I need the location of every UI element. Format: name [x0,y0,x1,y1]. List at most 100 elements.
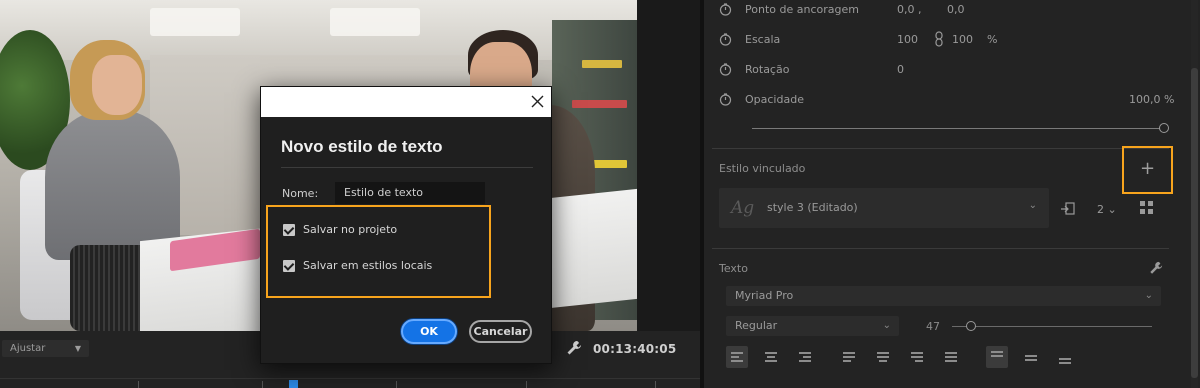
align-line [877,352,889,354]
align-line [799,360,811,362]
section-divider [712,248,1169,249]
font-size-slider-handle[interactable] [966,321,976,331]
align-line [843,356,855,358]
opacity-slider-track[interactable] [752,128,1160,129]
ceiling-light [330,8,420,36]
wrench-icon[interactable] [566,340,582,356]
align-line [731,356,739,358]
shelf-binder [582,60,622,68]
align-line [1025,359,1037,361]
align-line [1059,358,1071,360]
chevron-down-icon: ▼ [74,344,81,353]
justify-last-right-button[interactable] [906,346,928,368]
property-opacity: Opacidade [719,91,1179,109]
align-line [731,360,743,362]
property-scale: Escala [719,31,1179,49]
align-line [799,352,811,354]
align-center-button[interactable] [760,346,782,368]
ruler-tick [262,381,263,388]
style-count: 2 [1097,203,1104,216]
align-left-button[interactable] [726,346,748,368]
font-size-value[interactable]: 47 [926,320,940,333]
playhead-marker[interactable] [289,380,298,388]
text-section-title: Texto [719,262,748,275]
dialog-titlebar[interactable] [261,87,551,117]
checkbox-label: Salvar no projeto [303,223,398,236]
dialog-separator [281,167,533,168]
justify-last-center-button[interactable] [872,346,894,368]
opacity-value[interactable]: 100,0 % [1129,93,1174,106]
align-top-button[interactable] [986,346,1008,368]
dialog-title: Novo estilo de texto [281,137,443,156]
align-line [767,356,775,358]
style-name: style 3 (Editado) [767,201,858,214]
stopwatch-icon[interactable] [719,63,732,76]
ruler-tick [655,381,656,388]
stopwatch-icon[interactable] [719,3,732,16]
property-label: Opacidade [745,93,804,106]
time-ruler[interactable] [0,378,700,388]
cancel-button[interactable]: Cancelar [469,320,532,343]
align-line [843,352,855,354]
justify-all-button[interactable] [940,346,962,368]
align-middle-button[interactable] [1020,346,1042,368]
checkbox-checked[interactable] [283,224,295,236]
stopwatch-icon[interactable] [719,33,732,46]
align-line [945,356,957,358]
style-preview-glyph: Ag [731,198,755,218]
push-to-style-icon[interactable] [1060,201,1076,217]
shelf-binder [572,100,627,108]
align-bottom-button[interactable] [1054,346,1076,368]
rotation-value[interactable]: 0 [897,63,904,76]
align-line [1025,355,1037,357]
align-line [843,360,851,362]
chevron-down-icon: ⌄ [882,320,891,331]
scale-width-value[interactable]: 100 [897,33,918,46]
fit-dropdown-label: Ajustar [10,343,46,354]
ruler-tick [526,381,527,388]
style-count-dropdown[interactable]: 2 ⌄ [1097,203,1117,216]
link-icon[interactable] [934,31,944,47]
align-line [765,360,777,362]
property-label: Rotação [745,63,790,76]
checkbox-checked[interactable] [283,260,295,272]
playhead-timecode[interactable]: 00:13:40:05 [593,342,676,356]
font-weight-dropdown[interactable]: Regular ⌄ [726,316,899,336]
ruler-tick [138,381,139,388]
align-line [911,356,923,358]
align-line [945,352,957,354]
chevron-down-icon: ⌄ [1028,200,1037,211]
font-size-slider-track[interactable] [952,326,1152,327]
track-style-dropdown[interactable]: Ag style 3 (Editado) ⌄ [719,188,1049,228]
scale-height-value[interactable]: 100 [952,33,973,46]
align-line [1059,362,1071,364]
align-right-button[interactable] [794,346,816,368]
align-line [945,360,957,362]
opacity-slider-handle[interactable] [1159,123,1169,133]
align-line [915,360,923,362]
chevron-down-icon: ⌄ [1144,290,1153,301]
fit-dropdown[interactable]: Ajustar ▼ [2,340,89,357]
font-weight-value: Regular [735,319,778,332]
create-style-button[interactable]: + [1122,146,1173,194]
justify-last-left-button[interactable] [838,346,860,368]
stopwatch-icon[interactable] [719,93,732,106]
anchor-x-value[interactable]: 0,0 , [897,3,922,16]
section-divider [712,148,1169,149]
wrench-icon[interactable] [1149,261,1163,275]
property-rotation: Rotação [719,61,1179,79]
font-family-dropdown[interactable]: Myriad Pro ⌄ [726,286,1161,306]
align-line [877,356,889,358]
align-line [765,352,777,354]
align-line [803,356,811,358]
anchor-y-value[interactable]: 0,0 [947,3,965,16]
panel-scrollbar-thumb[interactable] [1191,68,1198,378]
name-label: Nome: [282,187,319,200]
grid-icon[interactable] [1140,201,1153,214]
scale-unit: % [987,33,998,46]
ruler-tick [396,381,397,388]
woman-face [92,55,142,115]
close-icon[interactable] [531,95,544,108]
style-name-input[interactable]: Estilo de texto [335,182,485,204]
ok-button[interactable]: OK [401,319,457,344]
